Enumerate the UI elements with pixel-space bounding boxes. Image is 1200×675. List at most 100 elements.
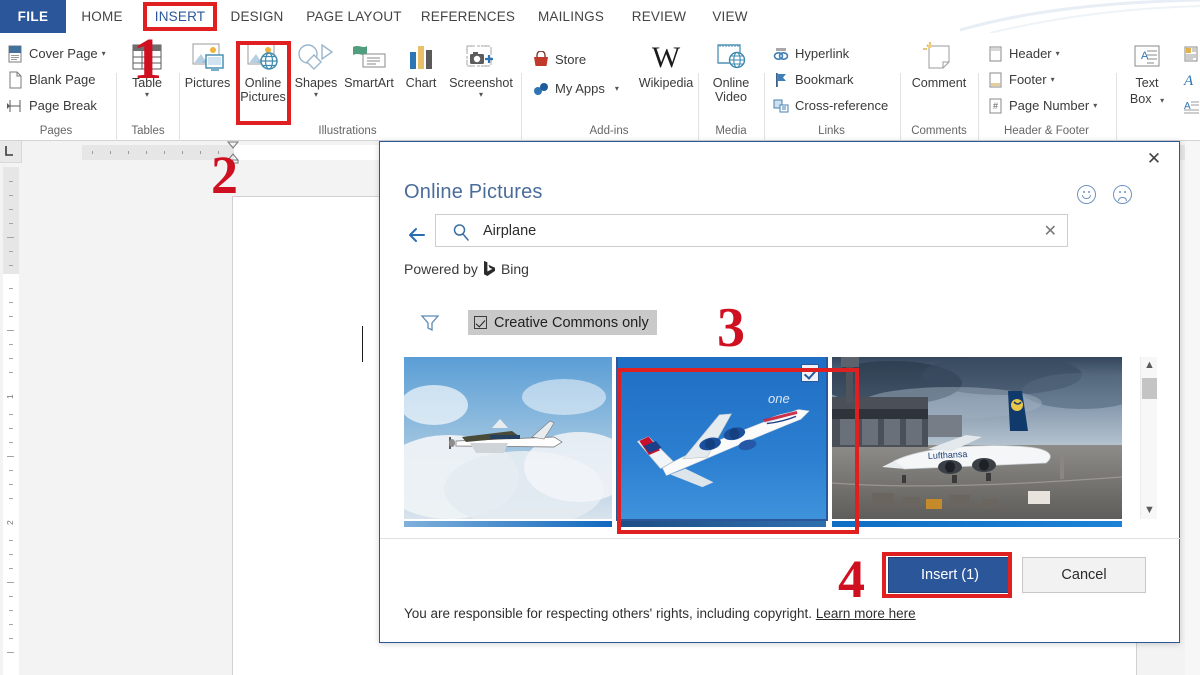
comment-icon (906, 41, 972, 75)
hyperlink-button[interactable]: Hyperlink (772, 41, 849, 66)
bing-label: Bing (501, 261, 529, 277)
svg-text:A: A (1183, 73, 1194, 89)
vertical-ruler[interactable]: 1 2 (3, 167, 19, 675)
page-number-label: Page Number (1009, 99, 1089, 112)
annotation-number-4: 4 (838, 552, 865, 606)
comment-button[interactable]: Comment (906, 39, 972, 90)
blank-page-label: Blank Page (29, 73, 96, 86)
cross-reference-button[interactable]: Cross-reference (772, 93, 888, 118)
bookmark-button[interactable]: Bookmark (772, 67, 854, 92)
chevron-down-icon: ▾ (615, 84, 619, 93)
shapes-label: Shapes (291, 76, 341, 90)
smartart-button[interactable]: SmartArt (340, 39, 398, 90)
frowny-face-icon[interactable] (1113, 185, 1132, 204)
left-tab-stop-icon (0, 141, 20, 161)
tab-stop-selector[interactable] (0, 141, 22, 163)
result-thumbnail-row2-3[interactable] (832, 521, 1122, 527)
cancel-button-label: Cancel (1023, 558, 1145, 592)
header-button[interactable]: Header ▾ (986, 41, 1060, 66)
scroll-up-icon[interactable]: ▲ (1141, 357, 1157, 374)
result-thumbnail-row2-1[interactable] (404, 521, 612, 527)
bing-logo-icon (483, 260, 496, 277)
text-cursor (362, 326, 363, 362)
tab-page-layout[interactable]: PAGE LAYOUT (295, 0, 413, 33)
cover-page-icon (6, 45, 26, 63)
drop-cap-icon: A (1182, 97, 1200, 115)
clear-icon[interactable]: ✕ (1044, 221, 1057, 241)
store-icon (532, 51, 552, 69)
page-break-button[interactable]: Page Break (6, 93, 97, 118)
cross-reference-icon (772, 97, 792, 115)
chevron-down-icon: ▾ (1093, 101, 1097, 110)
annotation-box-insert-button (882, 552, 1012, 598)
cover-page-button[interactable]: Cover Page ▾ (6, 41, 106, 66)
filter-funnel-icon[interactable] (420, 313, 440, 333)
blank-page-button[interactable]: Blank Page (6, 67, 96, 92)
my-apps-button[interactable]: My Apps ▾ (532, 76, 619, 101)
header-label: Header (1009, 47, 1052, 60)
disclaimer-text: You are responsible for respecting other… (404, 606, 812, 621)
hyperlink-label: Hyperlink (795, 47, 849, 60)
tab-design[interactable]: DESIGN (219, 0, 295, 33)
svg-text:#: # (993, 101, 998, 111)
shapes-button[interactable]: Shapes ▾ (291, 39, 341, 99)
cancel-button[interactable]: Cancel (1022, 557, 1146, 593)
smiley-face-icon[interactable] (1077, 185, 1096, 204)
results-scrollbar[interactable]: ▲ ▼ (1140, 357, 1157, 519)
page-number-icon: # (986, 97, 1006, 115)
text-box-icon: A (1120, 41, 1174, 75)
result-thumbnail-3[interactable]: Lufthansa (832, 357, 1122, 519)
group-label-addins: Add-ins (525, 125, 693, 137)
pictures-button[interactable]: Pictures (180, 39, 235, 90)
learn-more-link[interactable]: Learn more here (816, 606, 916, 621)
tab-review[interactable]: REVIEW (619, 0, 699, 33)
document-scrollbar-area[interactable] (1185, 141, 1200, 675)
scroll-down-icon[interactable]: ▼ (1141, 502, 1157, 519)
search-query-value: Airplane (483, 223, 536, 239)
chart-label: Chart (398, 76, 444, 90)
text-box-button[interactable]: A Text Box ▾ (1120, 39, 1174, 108)
screenshot-button[interactable]: Screenshot ▾ (444, 39, 518, 99)
comment-label: Comment (906, 76, 972, 90)
scrollbar-thumb[interactable] (1142, 378, 1157, 399)
cover-page-label: Cover Page (29, 47, 98, 60)
close-icon[interactable]: ✕ (1139, 146, 1169, 172)
smartart-icon (340, 41, 398, 75)
my-apps-icon (532, 80, 552, 98)
screenshot-icon (444, 41, 518, 75)
chart-button[interactable]: Chart (398, 39, 444, 90)
quick-parts-icon (1182, 45, 1200, 63)
creative-commons-only-checkbox[interactable]: Creative Commons only (468, 310, 657, 335)
document-canvas-left (19, 163, 232, 675)
quick-parts-button[interactable] (1182, 41, 1200, 66)
tab-view[interactable]: VIEW (699, 0, 761, 33)
page-number-button[interactable]: # Page Number ▾ (986, 93, 1097, 118)
footer-button[interactable]: Footer ▾ (986, 67, 1055, 92)
drop-cap-button[interactable]: A (1182, 93, 1200, 118)
shapes-icon (291, 41, 341, 75)
tab-references[interactable]: REFERENCES (413, 0, 523, 33)
online-video-icon (702, 41, 760, 75)
tab-file[interactable]: FILE (0, 0, 66, 33)
chevron-down-icon: ▾ (1160, 96, 1164, 105)
tab-mailings[interactable]: MAILINGS (523, 0, 619, 33)
group-label-pages: Pages (0, 125, 112, 137)
hyperlink-icon (772, 45, 792, 63)
tab-home[interactable]: HOME (66, 0, 138, 33)
store-button[interactable]: Store (532, 47, 586, 72)
online-video-button[interactable]: Online Video (702, 39, 760, 104)
chevron-down-icon: ▾ (291, 90, 341, 99)
blank-page-icon (6, 71, 26, 89)
wikipedia-button[interactable]: W Wikipedia (632, 39, 700, 90)
search-input[interactable]: Airplane ✕ (435, 214, 1068, 247)
search-icon (452, 223, 470, 241)
back-arrow-icon[interactable] (404, 222, 430, 248)
group-label-comments: Comments (902, 125, 976, 137)
annotation-box-selected-thumbnail (617, 368, 859, 534)
online-video-label-2: Video (702, 90, 760, 104)
wordart-button[interactable]: A (1182, 67, 1200, 92)
result-thumbnail-1[interactable] (404, 357, 612, 519)
bookmark-label: Bookmark (795, 73, 854, 86)
checkbox-indicator (474, 316, 487, 329)
chevron-down-icon: ▾ (1051, 75, 1055, 84)
